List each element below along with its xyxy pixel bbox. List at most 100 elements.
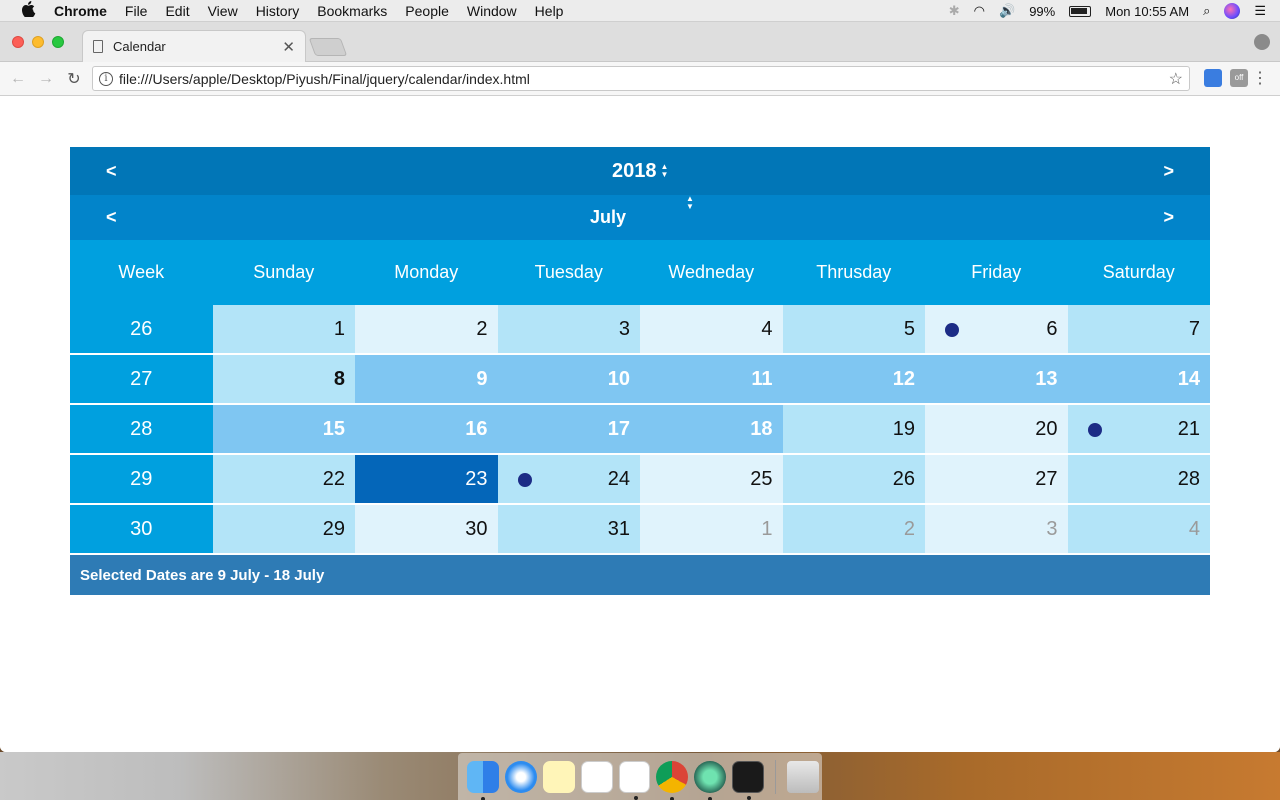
url-text[interactable]: file:///Users/apple/Desktop/Piyush/Final…: [119, 71, 1169, 87]
day-cell[interactable]: 2: [782, 505, 925, 555]
day-cell[interactable]: 3: [925, 505, 1068, 555]
menu-bookmarks[interactable]: Bookmarks: [317, 3, 387, 19]
finder-icon[interactable]: [467, 760, 499, 800]
back-icon[interactable]: ←: [8, 70, 28, 88]
menu-help[interactable]: Help: [535, 3, 564, 19]
address-bar[interactable]: i file:///Users/apple/Desktop/Piyush/Fin…: [92, 66, 1190, 91]
menu-file[interactable]: File: [125, 3, 148, 19]
chrome-icon[interactable]: [656, 760, 689, 800]
forward-icon[interactable]: →: [36, 70, 56, 88]
info-icon[interactable]: i: [99, 71, 113, 86]
day-cell[interactable]: 13: [925, 355, 1068, 405]
day-cell[interactable]: 11: [640, 355, 783, 405]
day-cell[interactable]: 23: [355, 455, 498, 505]
battery-icon[interactable]: [1069, 5, 1092, 17]
menu-edit[interactable]: Edit: [165, 3, 189, 19]
day-cell[interactable]: 5: [782, 305, 925, 355]
maximize-window-button[interactable]: [52, 36, 64, 48]
terminal-icon[interactable]: [732, 760, 765, 800]
day-number: 6: [1046, 317, 1058, 340]
minimize-window-button[interactable]: [32, 36, 44, 48]
notes-icon[interactable]: [542, 760, 575, 793]
notification-center-icon[interactable]: ☰: [1254, 3, 1266, 19]
day-cell[interactable]: 30: [355, 505, 498, 555]
day-cell[interactable]: 16: [355, 405, 498, 455]
day-cell[interactable]: 1: [212, 305, 355, 355]
day-cell[interactable]: 24: [497, 455, 640, 505]
prev-year-button[interactable]: <: [106, 147, 117, 195]
week-number: 30: [70, 505, 213, 555]
trash-icon[interactable]: [787, 760, 820, 793]
day-cell[interactable]: 25: [640, 455, 783, 505]
spotlight-icon[interactable]: ⌕: [1203, 3, 1210, 19]
day-cell[interactable]: 20: [925, 405, 1068, 455]
day-cell[interactable]: 21: [1067, 405, 1210, 455]
menu-window[interactable]: Window: [467, 3, 517, 19]
day-cell[interactable]: 14: [1067, 355, 1210, 405]
day-cell[interactable]: 27: [925, 455, 1068, 505]
tab-calendar[interactable]: Calendar ✕: [82, 30, 306, 62]
slack-icon[interactable]: [618, 760, 651, 800]
day-number: 14: [1177, 367, 1200, 390]
day-number: 3: [1046, 517, 1058, 540]
day-cell[interactable]: 10: [497, 355, 640, 405]
day-number: 24: [607, 467, 630, 490]
day-number: 15: [322, 417, 345, 440]
day-cell[interactable]: 18: [640, 405, 783, 455]
battery-percent[interactable]: 99%: [1029, 4, 1055, 19]
day-cell[interactable]: 3: [497, 305, 640, 355]
week-number: 27: [70, 355, 213, 405]
day-cell[interactable]: 7: [1067, 305, 1210, 355]
tab-close-icon[interactable]: ✕: [282, 38, 295, 56]
menu-chrome[interactable]: Chrome: [54, 3, 107, 19]
apple-menu-icon[interactable]: [18, 0, 40, 21]
event-dot-icon: [517, 473, 532, 487]
day-cell[interactable]: 19: [782, 405, 925, 455]
next-month-button[interactable]: >: [1163, 195, 1174, 240]
day-cell[interactable]: 8: [212, 355, 355, 405]
day-cell[interactable]: 17: [497, 405, 640, 455]
day-cell[interactable]: 4: [1067, 505, 1210, 555]
close-window-button[interactable]: [12, 36, 24, 48]
chrome-menu-icon[interactable]: ⋮: [1252, 68, 1268, 88]
extension-icon[interactable]: [1204, 69, 1222, 87]
clock[interactable]: Mon 10:55 AM: [1105, 4, 1189, 19]
day-cell[interactable]: 22: [212, 455, 355, 505]
wifi-icon[interactable]: ◠: [974, 3, 985, 19]
month-label[interactable]: July: [590, 195, 626, 240]
browser-window: Calendar ✕ ← → ↻ i file:///Users/apple/D…: [0, 22, 1280, 752]
menu-view[interactable]: View: [208, 3, 238, 19]
day-cell[interactable]: 12: [782, 355, 925, 405]
new-tab-button[interactable]: [308, 38, 348, 56]
menu-history[interactable]: History: [256, 3, 300, 19]
menu-people[interactable]: People: [405, 3, 449, 19]
siri-icon[interactable]: [1224, 3, 1241, 19]
extension-off-icon[interactable]: off: [1230, 69, 1248, 87]
atom-icon[interactable]: [694, 760, 727, 800]
year-spinner-icon[interactable]: ▲ ▼: [661, 163, 669, 179]
profile-icon[interactable]: [1254, 34, 1270, 50]
volume-icon[interactable]: 🔊: [999, 3, 1015, 19]
day-cell[interactable]: 31: [497, 505, 640, 555]
day-cell[interactable]: 15: [212, 405, 355, 455]
day-number: 20: [1035, 417, 1058, 440]
day-cell[interactable]: 29: [212, 505, 355, 555]
safari-icon[interactable]: [504, 760, 537, 793]
day-cell[interactable]: 6: [925, 305, 1068, 355]
day-cell[interactable]: 4: [640, 305, 783, 355]
day-number: 22: [322, 467, 345, 490]
day-cell[interactable]: 28: [1067, 455, 1210, 505]
year-selector[interactable]: 2018 ▲ ▼: [612, 147, 668, 195]
bookmark-star-icon[interactable]: ☆: [1169, 69, 1183, 89]
bluetooth-icon[interactable]: ✱: [949, 3, 960, 19]
prev-month-button[interactable]: <: [106, 195, 117, 240]
day-cell[interactable]: 1: [640, 505, 783, 555]
day-cell[interactable]: 9: [355, 355, 498, 405]
day-cell[interactable]: 2: [355, 305, 498, 355]
reload-icon[interactable]: ↻: [64, 69, 84, 89]
next-year-button[interactable]: >: [1163, 147, 1174, 195]
month-spinner-icon[interactable]: ▲ ▼: [686, 195, 694, 240]
reminders-icon[interactable]: [580, 760, 613, 793]
day-cell[interactable]: 26: [782, 455, 925, 505]
month-nav: < July ▲ ▼ >: [70, 195, 1210, 240]
